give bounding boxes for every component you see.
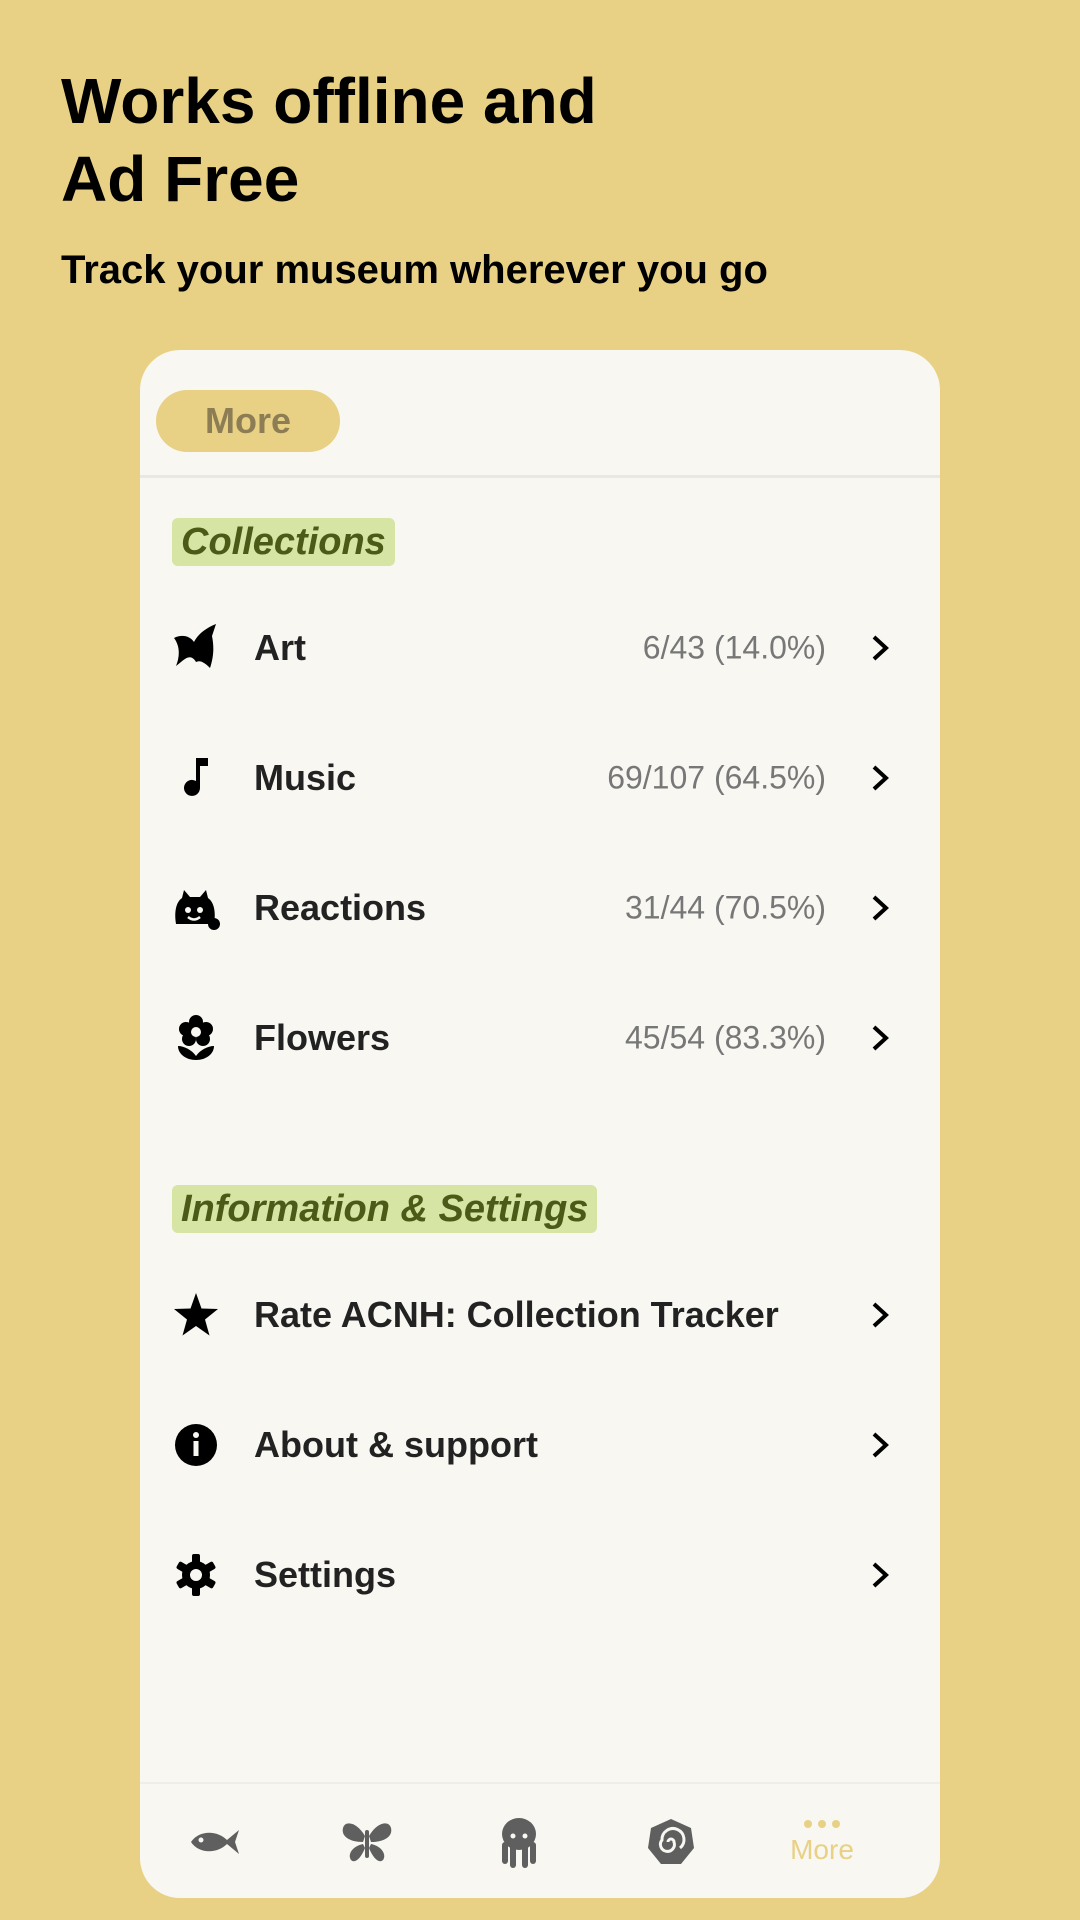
list-item-flowers[interactable]: Flowers 45/54 (83.3%): [140, 978, 940, 1098]
butterfly-icon: [342, 1823, 392, 1862]
fossil-icon: [648, 1819, 694, 1864]
promo-headline: Works offline and Ad Free: [61, 62, 861, 218]
list-item-rate[interactable]: Rate ACNH: Collection Tracker: [140, 1255, 940, 1375]
nav-tab-fossils[interactable]: [606, 1784, 736, 1898]
page-title-pill[interactable]: More: [156, 390, 340, 452]
list-item-count: 6/43 (14.0%): [642, 629, 826, 666]
info-icon: [170, 1419, 222, 1471]
headline-line-2: Ad Free: [61, 143, 300, 215]
list-item-count: 31/44 (70.5%): [624, 889, 826, 926]
chevron-right-icon: [872, 1025, 889, 1051]
list-item-label: Music: [254, 757, 357, 798]
chevron-right-icon: [872, 1302, 889, 1328]
nav-tab-more[interactable]: More: [757, 1784, 887, 1898]
list-item-count: 45/54 (83.3%): [624, 1019, 826, 1056]
section-title-info-settings: Information & Settings: [172, 1185, 598, 1233]
chevron-right-icon: [872, 635, 889, 661]
list-item-about-support[interactable]: About & support: [140, 1385, 940, 1505]
chevron-right-icon: [872, 765, 889, 791]
list-item-settings[interactable]: Settings: [140, 1515, 940, 1635]
list-item-reactions[interactable]: Reactions 31/44 (70.5%): [140, 848, 940, 968]
chevron-right-icon: [872, 1432, 889, 1458]
app-screen: More Collections Art 6/43 (14.0%) Music …: [140, 350, 940, 1898]
gear-icon: [170, 1549, 222, 1601]
list-item-label: Settings: [254, 1554, 397, 1595]
list-item-count: 69/107 (64.5%): [607, 759, 826, 796]
chevron-right-icon: [872, 1562, 889, 1588]
app-header: More: [140, 350, 940, 478]
list-item-label: About & support: [254, 1424, 538, 1465]
bottom-nav: More: [140, 1782, 940, 1898]
promo-subline: Track your museum wherever you go: [61, 248, 768, 292]
nav-tab-sea-creatures[interactable]: [454, 1784, 584, 1898]
reaction-face-icon: [170, 882, 222, 934]
nav-tab-fish[interactable]: [150, 1784, 280, 1898]
fish-icon: [191, 1830, 239, 1854]
star-icon: [170, 1289, 222, 1341]
music-note-icon: [170, 752, 222, 804]
more-dots-icon: [804, 1820, 840, 1828]
nav-tab-more-label: More: [790, 1834, 854, 1865]
nav-tab-bugs[interactable]: [302, 1784, 432, 1898]
octopus-icon: [502, 1818, 536, 1868]
list-item-art[interactable]: Art 6/43 (14.0%): [140, 588, 940, 708]
list-item-label: Art: [254, 627, 306, 668]
list-item-label: Reactions: [254, 887, 427, 928]
list-item-label: Rate ACNH: Collection Tracker: [254, 1294, 779, 1335]
list-item-label: Flowers: [254, 1017, 391, 1058]
chevron-right-icon: [872, 895, 889, 921]
section-title-collections: Collections: [172, 518, 395, 566]
list-item-music[interactable]: Music 69/107 (64.5%): [140, 718, 940, 838]
art-leaf-icon: [170, 622, 222, 674]
headline-line-1: Works offline and: [61, 65, 597, 137]
flower-icon: [170, 1012, 222, 1064]
